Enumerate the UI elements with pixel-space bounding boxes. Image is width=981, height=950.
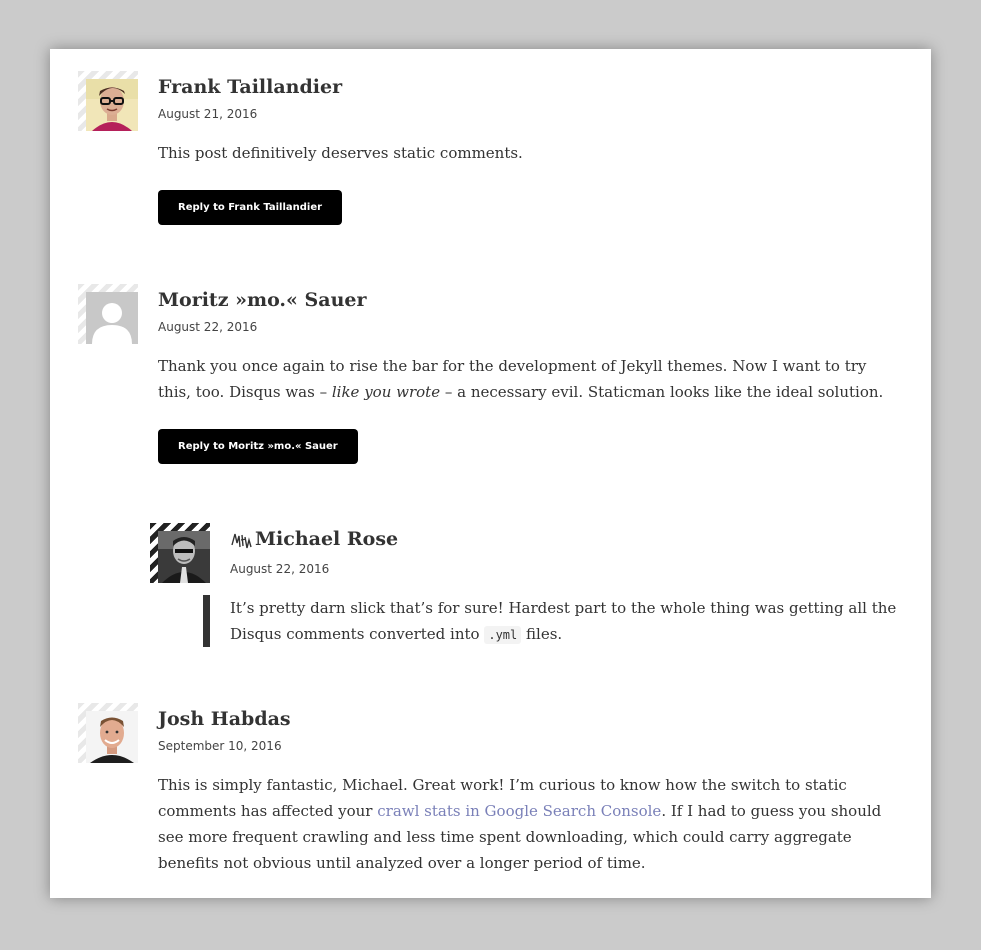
avatar <box>86 711 138 763</box>
avatar-frame <box>78 71 138 131</box>
comment-body: This is simply fantastic, Michael. Great… <box>158 772 898 876</box>
inline-code: .yml <box>484 626 522 644</box>
comment-author: Josh Habdas <box>158 708 291 730</box>
comment-body: Thank you once again to rise the bar for… <box>158 353 898 405</box>
reply-button[interactable]: Reply to Moritz »mo.« Sauer <box>158 429 358 464</box>
avatar-frame <box>78 284 138 344</box>
comment-date: August 22, 2016 <box>230 562 330 576</box>
comments-section: Frank Taillandier August 21, 2016 This p… <box>50 49 931 898</box>
reply-button[interactable]: Reply to Frank Taillandier <box>158 190 343 225</box>
comment-text: – a necessary evil. Staticman looks like… <box>440 383 884 401</box>
comment-body: It’s pretty darn slick that’s for sure! … <box>230 595 920 648</box>
comment-text: files. <box>521 625 563 643</box>
comment-author: Frank Taillandier <box>158 76 343 98</box>
comment-text: It’s pretty darn slick that’s for sure! … <box>230 599 897 643</box>
comment-author: Michael Rose <box>255 528 399 550</box>
avatar-frame <box>78 703 138 763</box>
comment-emphasis: like you wrote <box>331 383 441 401</box>
signature-icon <box>231 533 252 549</box>
comment-body: This post definitively deserves static c… <box>158 144 523 162</box>
reply-indicator-bar <box>203 595 210 647</box>
comment-author: Moritz »mo.« Sauer <box>158 289 367 311</box>
comment-date: August 21, 2016 <box>158 107 258 121</box>
avatar <box>86 79 138 131</box>
avatar-frame <box>150 523 210 583</box>
avatar <box>86 292 138 344</box>
comment-date: September 10, 2016 <box>158 739 282 753</box>
comment-date: August 22, 2016 <box>158 320 258 334</box>
search-console-link[interactable]: crawl stats in Google Search Console <box>377 802 661 820</box>
avatar <box>158 531 210 583</box>
